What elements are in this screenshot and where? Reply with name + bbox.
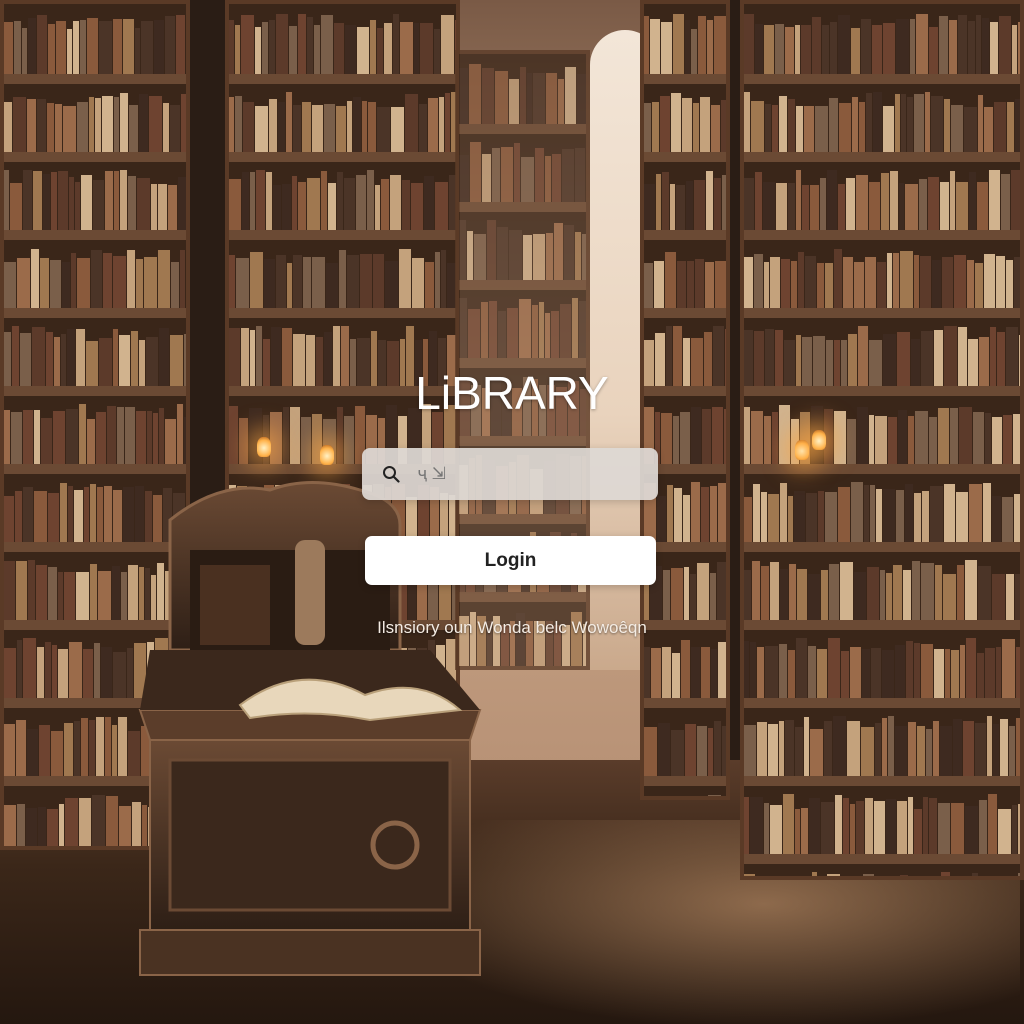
lamp	[320, 445, 334, 465]
page-title: LiBRARY	[415, 367, 609, 419]
bookshelf-right	[740, 0, 1024, 880]
search-input[interactable]	[418, 460, 640, 488]
search-box[interactable]	[362, 448, 658, 500]
login-button[interactable]: Login	[365, 536, 656, 585]
lamp	[812, 430, 826, 450]
lamp	[257, 437, 271, 457]
library-background	[0, 0, 1024, 1024]
lamp	[795, 440, 809, 460]
tagline: Ilsnsiory oun Wonda belc Wowoêqn	[377, 618, 647, 637]
search-icon[interactable]	[382, 465, 400, 483]
